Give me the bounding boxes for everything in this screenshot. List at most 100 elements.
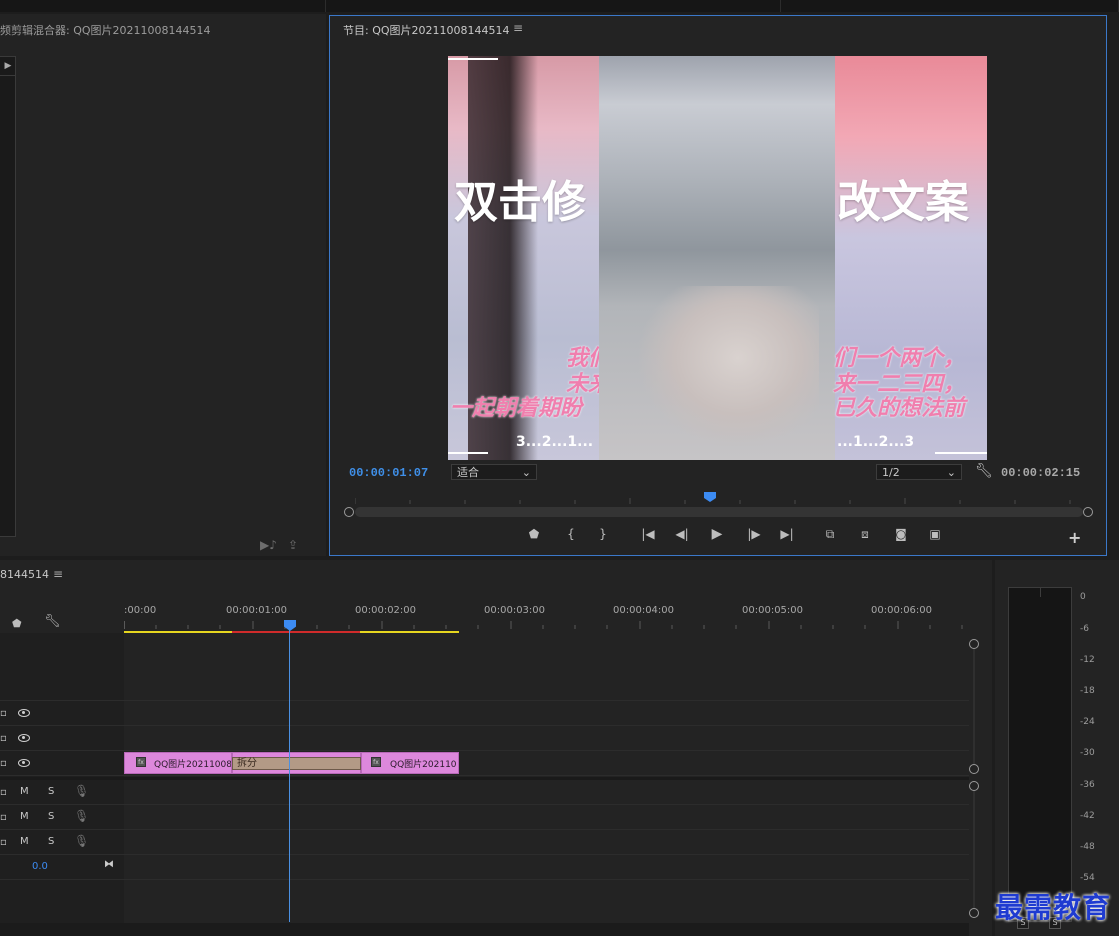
- zoom-fit-dropdown[interactable]: 适合 ⌄: [451, 464, 537, 480]
- mark-in-button[interactable]: {: [561, 527, 581, 541]
- program-monitor-title[interactable]: 节目: QQ图片20211008144514: [343, 22, 510, 38]
- ruler-label: 00:00:01:00: [226, 605, 288, 616]
- lift-button[interactable]: ⧉: [820, 527, 840, 542]
- eye-icon[interactable]: [18, 709, 30, 717]
- top-strip: [0, 0, 1119, 12]
- top-segment: [0, 0, 326, 12]
- eye-icon[interactable]: [18, 734, 30, 742]
- db-label: -18: [1080, 686, 1095, 696]
- video-scrollbar-track[interactable]: [973, 648, 975, 766]
- track-toggle-icon[interactable]: ▫: [0, 733, 7, 744]
- mute-button[interactable]: M: [20, 811, 29, 822]
- audio-clip-mixer-panel: [0, 14, 326, 556]
- db-label: -48: [1080, 842, 1095, 852]
- timeline-playhead-line: [289, 630, 290, 922]
- panel-menu-icon[interactable]: ≡: [513, 21, 523, 35]
- top-segment: [329, 0, 781, 12]
- export-icon[interactable]: ⇪: [288, 538, 298, 552]
- audio-meter-toggle-icon[interactable]: ▶♪: [260, 538, 277, 552]
- go-to-in-button[interactable]: |◀: [638, 527, 658, 541]
- scroll-handle[interactable]: [969, 781, 979, 791]
- video-countdown-text: ...1...2...3: [837, 434, 915, 450]
- scrub-end-handle[interactable]: [1083, 507, 1093, 517]
- video-audio-divider[interactable]: [0, 777, 969, 780]
- solo-button[interactable]: S: [48, 786, 54, 797]
- microphone-icon[interactable]: 🎙︎: [74, 809, 89, 823]
- fx-badge: fx: [136, 757, 146, 767]
- video-line: [448, 58, 498, 60]
- video-countdown-text: 3...2...1...: [516, 434, 594, 450]
- video-clip[interactable]: fx QQ图片202110: [361, 752, 459, 774]
- scrub-ruler-ticks: [355, 498, 1071, 504]
- export-frame-camera-icon[interactable]: ◙: [891, 527, 911, 541]
- mark-out-button[interactable]: }: [593, 527, 613, 541]
- ruler-label: 00:00:03:00: [484, 605, 546, 616]
- panel-menu-icon[interactable]: ≡: [53, 567, 63, 581]
- meter-channel-divider: [1040, 587, 1041, 597]
- video-left-panel: 双击修 我们 未来 一起朝着期盼 3...2...1...: [448, 56, 610, 460]
- mute-button[interactable]: M: [20, 786, 29, 797]
- track-row-empty: [0, 633, 969, 701]
- track-row-a1: ▫ M S 🎙︎: [0, 780, 969, 805]
- add-marker-icon[interactable]: ⬟: [12, 617, 22, 630]
- scroll-handle[interactable]: [969, 639, 979, 649]
- scrub-bar[interactable]: [355, 507, 1083, 517]
- top-segment: [783, 0, 1119, 12]
- microphone-icon[interactable]: 🎙︎: [74, 834, 89, 848]
- step-back-button[interactable]: ◀|: [672, 527, 692, 541]
- mute-button[interactable]: M: [20, 836, 29, 847]
- ruler-label: 00:00:06:00: [871, 605, 933, 616]
- microphone-icon[interactable]: 🎙︎: [74, 784, 89, 798]
- track-toggle-icon[interactable]: ▫: [0, 758, 7, 769]
- db-label: -6: [1080, 624, 1089, 634]
- video-line: [935, 452, 987, 454]
- db-label: -54: [1080, 873, 1095, 883]
- mixer-panel-title[interactable]: 频剪辑混合器: QQ图片20211008144514: [0, 22, 211, 38]
- go-to-end-icon[interactable]: ⧓: [104, 859, 114, 870]
- scroll-handle[interactable]: [969, 908, 979, 918]
- play-button[interactable]: ▶: [707, 526, 727, 542]
- track-toggle-icon[interactable]: ▫: [0, 812, 7, 823]
- track-row-v2: ▫: [0, 726, 969, 751]
- db-label: 0: [1080, 592, 1086, 602]
- audio-scrollbar-track[interactable]: [973, 790, 975, 908]
- comparison-view-button[interactable]: ▣: [925, 527, 945, 541]
- video-arm-shape: [639, 286, 819, 446]
- zoom-fit-label: 适合: [457, 466, 479, 479]
- timeline-horizontal-scrollbar[interactable]: [0, 923, 969, 936]
- track-toggle-icon[interactable]: ▫: [0, 708, 7, 719]
- timeline-settings-wrench-icon[interactable]: 🔧︎: [44, 614, 61, 629]
- video-line: [448, 452, 488, 454]
- solo-button[interactable]: S: [48, 836, 54, 847]
- timeline-sequence-title[interactable]: 8144514: [0, 568, 49, 581]
- master-volume-value[interactable]: 0.0: [32, 861, 48, 872]
- scrub-start-handle[interactable]: [344, 507, 354, 517]
- settings-wrench-icon[interactable]: 🔧︎: [975, 463, 993, 479]
- add-marker-button[interactable]: ⬟: [524, 527, 544, 541]
- video-center-panel: [599, 56, 835, 460]
- mixer-expand-arrow-icon[interactable]: ▶: [0, 56, 16, 76]
- playback-resolution-dropdown[interactable]: 1/2 ⌄: [876, 464, 962, 480]
- clip-label: QQ图片20211008: [154, 760, 232, 770]
- solo-button[interactable]: S: [48, 811, 54, 822]
- ruler-label: 00:00:04:00: [613, 605, 675, 616]
- ruler-label: 00:00:05:00: [742, 605, 804, 616]
- ruler-label: :00:00: [124, 605, 157, 616]
- split-transition-clip[interactable]: 拆分: [232, 757, 361, 770]
- program-video-frame: 双击修 我们 未来 一起朝着期盼 3...2...1... 改文案 们一个两个，…: [448, 56, 987, 460]
- scroll-handle[interactable]: [969, 764, 979, 774]
- step-forward-button[interactable]: |▶: [744, 527, 764, 541]
- audio-meter-bars: [1008, 587, 1072, 922]
- db-label: -12: [1080, 655, 1095, 665]
- track-toggle-icon[interactable]: ▫: [0, 837, 7, 848]
- go-to-out-button[interactable]: ▶|: [777, 527, 797, 541]
- track-toggle-icon[interactable]: ▫: [0, 787, 7, 798]
- video-clip[interactable]: fx QQ图片20211008: [124, 752, 232, 774]
- eye-icon[interactable]: [18, 759, 30, 767]
- extract-button[interactable]: ⧈: [855, 527, 875, 542]
- video-right-panel: 改文案 们一个两个， 来一二三四， 已久的想法前 ...1...2...3: [833, 56, 987, 460]
- button-editor-add-button[interactable]: +: [1068, 528, 1081, 547]
- video-pink-text: 一起朝着期盼: [450, 396, 583, 421]
- current-timecode[interactable]: 00:00:01:07: [349, 466, 428, 480]
- resolution-label: 1/2: [882, 465, 900, 479]
